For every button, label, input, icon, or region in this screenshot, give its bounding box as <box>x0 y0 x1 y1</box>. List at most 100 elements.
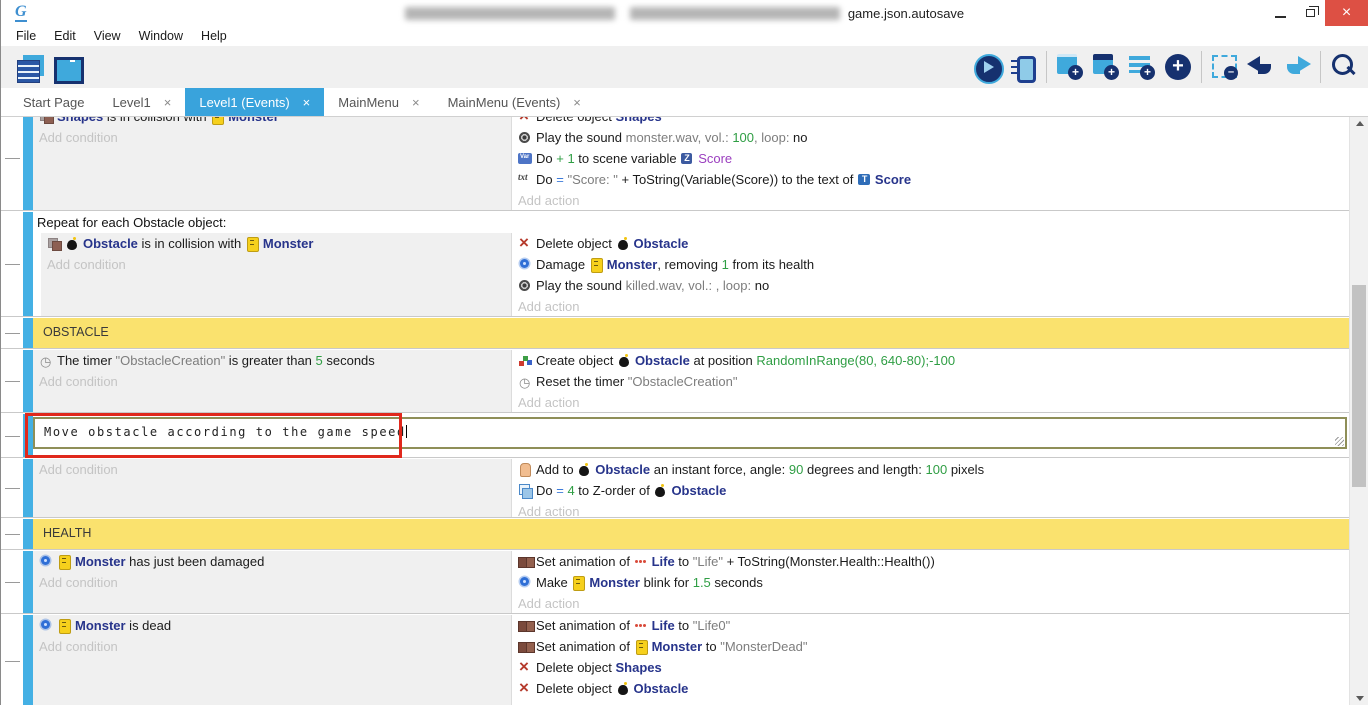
conditions-cell[interactable]: The timer "ObstacleCreation" is greater … <box>33 350 511 412</box>
conditions-cell[interactable]: Add condition <box>33 459 511 517</box>
debug-button[interactable] <box>1005 48 1041 86</box>
resize-handle-icon[interactable] <box>1335 437 1344 446</box>
menu-item-view[interactable]: View <box>85 29 130 43</box>
action-line[interactable]: Set animation of Life to "Life0" <box>512 615 1349 636</box>
action-line[interactable]: Create object Obstacle at position Rando… <box>512 350 1349 371</box>
event-gutter[interactable] <box>1 519 23 549</box>
condition-line[interactable]: Monster has just been damaged <box>33 551 511 572</box>
comment-band-body[interactable]: OBSTACLE <box>33 318 1349 348</box>
delete-event-button[interactable] <box>1207 48 1243 86</box>
condition-line[interactable]: The timer "ObstacleCreation" is greater … <box>33 350 511 371</box>
add-condition-button[interactable]: Add condition <box>33 371 511 392</box>
tab-close-icon[interactable]: × <box>303 95 311 110</box>
tab-close-icon[interactable]: × <box>573 95 581 110</box>
event-selection-bar[interactable] <box>23 551 33 613</box>
event-selection-bar[interactable] <box>23 117 33 210</box>
tab-mainmenu[interactable]: MainMenu× <box>324 88 433 116</box>
event-gutter[interactable] <box>1 350 23 412</box>
conditions-cell[interactable]: Shapes is in collision with MonsterAdd c… <box>33 117 511 210</box>
action-line[interactable]: Set animation of Life to "Life" + ToStri… <box>512 551 1349 572</box>
add-condition-button[interactable]: Add condition <box>33 127 511 148</box>
add-event-button[interactable] <box>1052 48 1088 86</box>
scroll-down-button[interactable] <box>1350 692 1368 705</box>
foreach-header[interactable]: Repeat for each Obstacle object: <box>33 212 1349 233</box>
action-line[interactable]: Do + 1 to scene variable Score <box>512 148 1349 169</box>
action-line[interactable]: Delete object Obstacle <box>512 233 1349 254</box>
restore-button[interactable] <box>1295 0 1325 26</box>
close-button[interactable]: × <box>1325 0 1368 26</box>
add-condition-button[interactable]: Add condition <box>33 459 511 480</box>
event-selection-bar[interactable] <box>23 615 33 705</box>
event-selection-bar[interactable] <box>23 318 33 348</box>
action-line[interactable]: Delete object Shapes <box>512 117 1349 127</box>
event-gutter[interactable] <box>1 615 23 705</box>
action-line[interactable]: Add to Obstacle an instant force, angle:… <box>512 459 1349 480</box>
add-action-button[interactable]: Add action <box>512 296 1349 317</box>
tab-start-page[interactable]: Start Page <box>9 88 98 116</box>
action-line[interactable]: Delete object Obstacle <box>512 678 1349 699</box>
add-subevent-button[interactable] <box>1088 48 1124 86</box>
add-action-button[interactable]: Add action <box>512 593 1349 614</box>
run-button[interactable] <box>969 48 1005 86</box>
action-line[interactable]: Set animation of Monster to "MonsterDead… <box>512 636 1349 657</box>
actions-cell[interactable]: Set animation of Life to "Life0"Set anim… <box>511 615 1349 705</box>
vertical-scrollbar[interactable] <box>1349 117 1368 705</box>
actions-cell[interactable]: Delete object ObstacleDamage Monster, re… <box>511 233 1349 316</box>
action-line[interactable]: Play the sound killed.wav, vol.: , loop:… <box>512 275 1349 296</box>
scroll-up-button[interactable] <box>1350 117 1368 130</box>
tab-close-icon[interactable]: × <box>412 95 420 110</box>
menu-item-help[interactable]: Help <box>192 29 236 43</box>
event-gutter[interactable] <box>1 414 23 457</box>
event-selection-bar[interactable] <box>23 519 33 549</box>
comment-band[interactable]: OBSTACLE <box>1 318 1349 349</box>
condition-line[interactable]: Shapes is in collision with Monster <box>33 117 511 127</box>
comment-band-body[interactable]: HEALTH <box>33 519 1349 549</box>
add-condition-button[interactable]: Add condition <box>33 636 511 657</box>
add-action-button[interactable]: Add action <box>512 501 1349 518</box>
event-selection-bar[interactable] <box>23 212 33 316</box>
project-manager-button[interactable] <box>47 48 83 86</box>
comment-band[interactable]: HEALTH <box>1 519 1349 550</box>
actions-cell[interactable]: Set animation of Life to "Life" + ToStri… <box>511 551 1349 613</box>
scrollbar-thumb[interactable] <box>1352 285 1366 487</box>
tab-level1-events[interactable]: Level1 (Events)× <box>185 88 324 116</box>
add-comment-button[interactable] <box>1124 48 1160 86</box>
condition-line[interactable]: Obstacle is in collision with Monster <box>41 233 511 254</box>
event-selection-bar[interactable] <box>23 459 33 517</box>
minimize-button[interactable] <box>1265 0 1295 26</box>
tab-level1[interactable]: Level1× <box>98 88 185 116</box>
action-line[interactable]: Delete object Shapes <box>512 657 1349 678</box>
add-action-button[interactable]: Add action <box>512 190 1349 211</box>
event-gutter[interactable] <box>1 551 23 613</box>
conditions-cell[interactable]: Monster has just been damagedAdd conditi… <box>33 551 511 613</box>
add-action-button[interactable]: Add action <box>512 392 1349 413</box>
search-button[interactable] <box>1326 48 1362 86</box>
actions-cell[interactable]: Create object Obstacle at position Rando… <box>511 350 1349 412</box>
actions-cell[interactable]: Delete object ShapesPlay the sound monst… <box>511 117 1349 210</box>
event-selection-bar[interactable] <box>23 350 33 412</box>
event-gutter[interactable] <box>1 459 23 517</box>
add-other-button[interactable] <box>1160 48 1196 86</box>
conditions-cell[interactable]: Monster is deadAdd condition <box>33 615 511 705</box>
actions-cell[interactable]: Add to Obstacle an instant force, angle:… <box>511 459 1349 517</box>
event-gutter[interactable] <box>1 117 23 210</box>
add-condition-button[interactable]: Add condition <box>33 572 511 593</box>
tab-close-icon[interactable]: × <box>164 95 172 110</box>
conditions-cell[interactable]: Obstacle is in collision with MonsterAdd… <box>41 233 511 316</box>
redo-button[interactable] <box>1279 48 1315 86</box>
tab-mainmenu-events[interactable]: MainMenu (Events)× <box>434 88 595 116</box>
undo-button[interactable] <box>1243 48 1279 86</box>
menu-item-window[interactable]: Window <box>130 29 192 43</box>
action-line[interactable]: Damage Monster, removing 1 from its heal… <box>512 254 1349 275</box>
event-gutter[interactable] <box>1 318 23 348</box>
menu-item-edit[interactable]: Edit <box>45 29 85 43</box>
add-condition-button[interactable]: Add condition <box>41 254 511 275</box>
action-line[interactable]: Reset the timer "ObstacleCreation" <box>512 371 1349 392</box>
action-line[interactable]: Play the sound monster.wav, vol.: 100, l… <box>512 127 1349 148</box>
action-line[interactable]: Do = "Score: " + ToString(Variable(Score… <box>512 169 1349 190</box>
menu-item-file[interactable]: File <box>7 29 45 43</box>
open-project-button[interactable] <box>11 48 47 86</box>
event-gutter[interactable] <box>1 212 23 316</box>
condition-line[interactable]: Monster is dead <box>33 615 511 636</box>
action-line[interactable]: Make Monster blink for 1.5 seconds <box>512 572 1349 593</box>
